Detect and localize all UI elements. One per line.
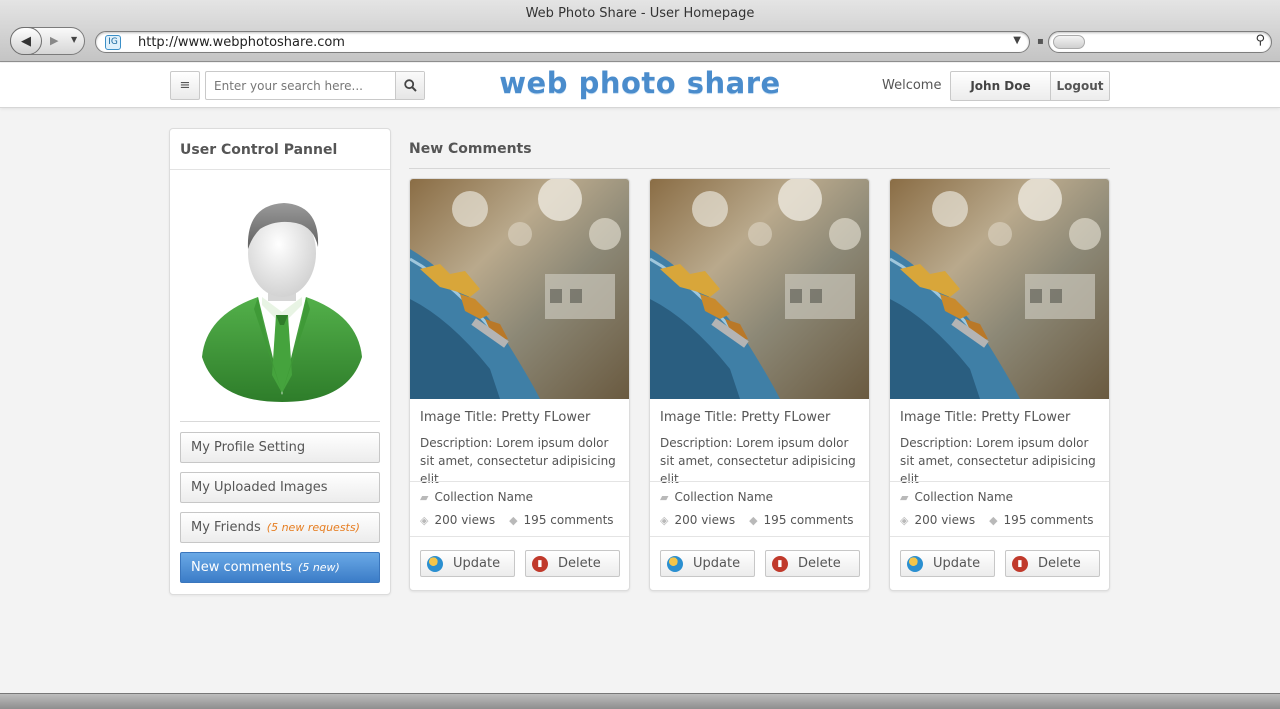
views-count: 200 views <box>674 513 736 527</box>
image-title: Image Title: Pretty FLower <box>900 410 1071 425</box>
photo-thumbnail[interactable] <box>890 179 1109 399</box>
comments-count: 195 comments <box>523 513 614 527</box>
card-stats: ◈ 200 views ◆ 195 comments <box>420 513 614 527</box>
comments-count: 195 comments <box>763 513 854 527</box>
image-title: Image Title: Pretty FLower <box>660 410 831 425</box>
collection-link[interactable]: ▰ Collection Name <box>660 490 773 504</box>
photo-thumbnail[interactable] <box>650 179 869 399</box>
update-button[interactable]: Update <box>420 550 515 577</box>
card-divider <box>890 536 1109 537</box>
update-button[interactable]: Update <box>900 550 995 577</box>
user-name-button[interactable]: John Doe <box>951 72 1051 100</box>
url-text[interactable]: http://www.webphotoshare.com <box>138 35 345 50</box>
comments-icon: ◆ <box>989 513 998 527</box>
welcome-text: Welcome <box>882 78 942 93</box>
friend-requests-badge: (5 new requests) <box>266 521 360 534</box>
favicon-icon: IG <box>105 35 121 50</box>
trash-icon: ▮ <box>532 555 548 572</box>
collection-link[interactable]: ▰ Collection Name <box>420 490 533 504</box>
browser-status-bar <box>0 693 1280 709</box>
collection-name: Collection Name <box>674 490 774 504</box>
card-stats: ◈ 200 views ◆ 195 comments <box>660 513 854 527</box>
card-divider <box>650 481 869 482</box>
search-icon[interactable]: ⚲ <box>1255 33 1265 48</box>
trash-icon: ▮ <box>772 555 788 572</box>
sidebar-item-uploaded-images[interactable]: My Uploaded Images <box>180 472 380 503</box>
logout-button[interactable]: Logout <box>1051 72 1109 100</box>
comments-icon: ◆ <box>749 513 758 527</box>
delete-button[interactable]: ▮ Delete <box>525 550 620 577</box>
folder-icon: ▰ <box>420 490 429 504</box>
search-engine-selector[interactable] <box>1053 35 1085 49</box>
sidebar-item-friends[interactable]: My Friends (5 new requests) <box>180 512 380 543</box>
pencil-icon <box>907 555 923 572</box>
delete-label: Delete <box>558 556 601 571</box>
tag-icon: ◈ <box>420 513 429 527</box>
image-title: Image Title: Pretty FLower <box>420 410 591 425</box>
section-divider <box>409 168 1110 169</box>
nav-buttons: ◀ ▶ ▼ <box>10 27 85 55</box>
collection-name: Collection Name <box>434 490 534 504</box>
card-stats: ◈ 200 views ◆ 195 comments <box>900 513 1094 527</box>
comments-icon: ◆ <box>509 513 518 527</box>
site-header: ≡ web photo share Welcome John Doe Logou… <box>0 63 1280 108</box>
new-comments-badge: (5 new) <box>298 561 340 574</box>
update-button[interactable]: Update <box>660 550 755 577</box>
panel-divider <box>170 169 390 170</box>
comment-card: Image Title: Pretty FLower Description: … <box>649 178 870 591</box>
back-arrow-icon: ◀ <box>21 33 31 49</box>
views-count: 200 views <box>914 513 976 527</box>
sidebar-item-profile-setting[interactable]: My Profile Setting <box>180 432 380 463</box>
section-title: New Comments <box>409 141 532 157</box>
update-label: Update <box>453 556 501 571</box>
forward-button[interactable]: ▶ <box>50 34 58 47</box>
panel-separator <box>180 421 380 422</box>
delete-label: Delete <box>1038 556 1081 571</box>
collection-name: Collection Name <box>914 490 1014 504</box>
sidebar-item-new-comments[interactable]: New comments (5 new) <box>180 552 380 583</box>
card-divider <box>410 481 629 482</box>
toolbar-divider: ▪ <box>1037 36 1044 47</box>
comment-card: Image Title: Pretty FLower Description: … <box>409 178 630 591</box>
url-dropdown-icon[interactable]: ▼ <box>1013 35 1021 46</box>
sidebar-item-label: My Uploaded Images <box>191 480 328 495</box>
user-button-group: John Doe Logout <box>950 71 1110 101</box>
folder-icon: ▰ <box>900 490 909 504</box>
image-description: Description: Lorem ipsum dolor sit amet,… <box>420 436 616 486</box>
trash-icon: ▮ <box>1012 555 1028 572</box>
views-count: 200 views <box>434 513 496 527</box>
update-label: Update <box>933 556 981 571</box>
sidebar-item-label: My Profile Setting <box>191 440 306 455</box>
user-avatar-icon <box>202 203 362 402</box>
update-label: Update <box>693 556 741 571</box>
sidebar-item-label: My Friends <box>191 520 261 535</box>
collection-link[interactable]: ▰ Collection Name <box>900 490 1013 504</box>
user-control-panel: User Control Pannel My Profile Setting M… <box>169 128 391 595</box>
folder-icon: ▰ <box>660 490 669 504</box>
browser-search-field[interactable]: ⚲ <box>1048 31 1272 53</box>
address-bar[interactable]: IG http://www.webphotoshare.com ▼ <box>95 31 1030 53</box>
pencil-icon <box>667 555 683 572</box>
delete-button[interactable]: ▮ Delete <box>765 550 860 577</box>
window-title: Web Photo Share - User Homepage <box>525 6 755 21</box>
tag-icon: ◈ <box>660 513 669 527</box>
image-description: Description: Lorem ipsum dolor sit amet,… <box>900 436 1096 486</box>
comments-count: 195 comments <box>1003 513 1094 527</box>
card-divider <box>650 536 869 537</box>
tag-icon: ◈ <box>900 513 909 527</box>
history-dropdown-icon[interactable]: ▼ <box>71 35 77 44</box>
pencil-icon <box>427 555 443 572</box>
delete-label: Delete <box>798 556 841 571</box>
back-button[interactable]: ◀ <box>10 27 42 55</box>
photo-thumbnail[interactable] <box>410 179 629 399</box>
comment-card: Image Title: Pretty FLower Description: … <box>889 178 1110 591</box>
browser-chrome: Web Photo Share - User Homepage ◀ ▶ ▼ IG… <box>0 0 1280 62</box>
image-description: Description: Lorem ipsum dolor sit amet,… <box>660 436 856 486</box>
panel-title: User Control Pannel <box>180 142 338 158</box>
delete-button[interactable]: ▮ Delete <box>1005 550 1100 577</box>
sidebar-item-label: New comments <box>191 560 293 575</box>
card-divider <box>890 481 1109 482</box>
card-divider <box>410 536 629 537</box>
